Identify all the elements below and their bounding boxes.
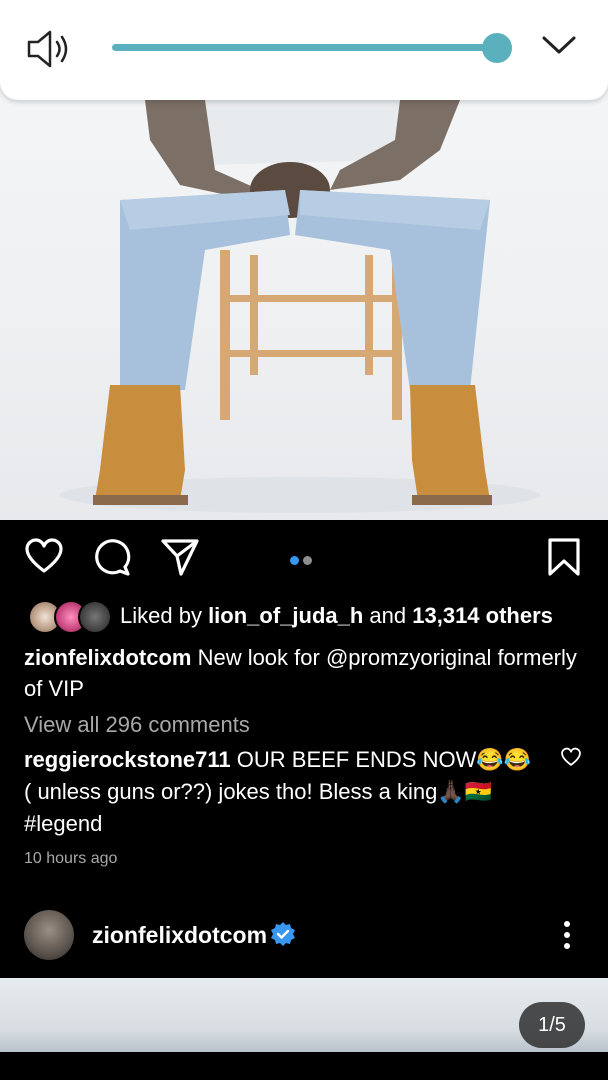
liker-avatars [28, 600, 112, 634]
volume-panel [0, 0, 608, 100]
carousel-dot-active [290, 556, 299, 565]
comment: reggierockstone711 OUR BEEF ENDS NOW😂😂 (… [24, 744, 534, 840]
carousel-indicator [290, 552, 316, 570]
speaker-icon[interactable] [26, 28, 72, 70]
likes-count[interactable]: 13,314 others [412, 603, 553, 628]
view-all-comments-link[interactable]: View all 296 comments [24, 712, 250, 738]
carousel-dot [303, 556, 312, 565]
volume-slider-track[interactable] [112, 44, 497, 51]
likes-prefix: Liked by [120, 603, 209, 628]
verified-icon [271, 922, 295, 946]
likes-middle: and [363, 603, 413, 628]
more-icon[interactable] [562, 920, 572, 950]
avatar [78, 600, 112, 634]
likes-text: Liked by lion_of_juda_h and 13,314 other… [120, 603, 553, 629]
comment-heart-icon[interactable] [560, 747, 582, 767]
share-icon[interactable] [160, 537, 200, 577]
next-post-photo[interactable] [0, 978, 608, 1052]
likes-user[interactable]: lion_of_juda_h [208, 603, 363, 628]
comment-username[interactable]: reggierockstone711 [24, 747, 231, 772]
comment-icon[interactable] [92, 537, 132, 577]
likes-row[interactable]: Liked by lion_of_juda_h and 13,314 other… [28, 600, 598, 634]
chevron-down-icon[interactable] [540, 30, 578, 60]
volume-slider-thumb[interactable] [482, 33, 512, 63]
avatar[interactable] [24, 910, 74, 960]
post-photo[interactable] [0, 0, 608, 520]
carousel-counter: 1/5 [519, 1002, 585, 1048]
post-caption: zionfelixdotcom New look for @promzyorig… [24, 642, 584, 704]
post-timestamp: 10 hours ago [24, 850, 118, 867]
heart-icon[interactable] [24, 537, 64, 575]
next-post-username[interactable]: zionfelixdotcom [92, 922, 267, 949]
caption-username[interactable]: zionfelixdotcom [24, 645, 191, 670]
bottom-bar [0, 1052, 608, 1080]
bookmark-icon[interactable] [547, 537, 581, 577]
next-post-header: zionfelixdotcom [0, 906, 608, 966]
